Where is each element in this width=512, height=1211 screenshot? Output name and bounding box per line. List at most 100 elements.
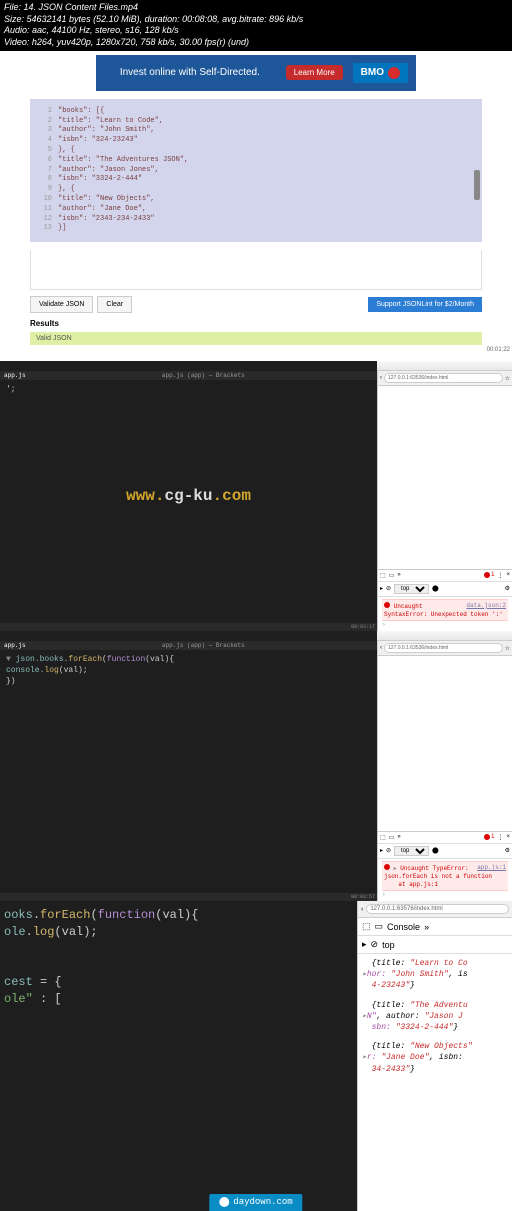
inspect-icon[interactable]: ⬚ xyxy=(380,572,386,579)
scrollbar-thumb[interactable] xyxy=(474,170,480,200)
audio-line: Audio: aac, 44100 Hz, stereo, s16, 128 k… xyxy=(4,25,508,37)
filter-icon[interactable]: ⬤ xyxy=(432,847,439,854)
editor-statusbar xyxy=(0,623,377,631)
browser-viewport xyxy=(378,386,512,569)
editor-tabs: app.js app.js (app) — Brackets xyxy=(0,371,377,380)
console-output: data.json:2 Uncaught SyntaxError: Unexpe… xyxy=(378,597,512,631)
context-select[interactable]: top xyxy=(394,846,429,856)
console-tab[interactable]: Console xyxy=(387,922,420,932)
devtools-filter-bar: ▸ ⊘ top xyxy=(358,936,512,954)
error-icon xyxy=(384,864,390,870)
editor-content[interactable]: ▼ json.books.forEach(function(val){ cons… xyxy=(0,650,377,692)
browser-toolbar: ‹ 127.0.0.1:63576/index.html xyxy=(358,901,512,918)
video-line: Video: h264, yuv420p, 1280x720, 758 kb/s… xyxy=(4,37,508,49)
more-tabs[interactable]: » xyxy=(424,922,429,932)
devtools-filter-bar: ▸ ⊘ top ⬤ ⚙ xyxy=(378,844,512,859)
screenshot-section-4: ooks.forEach(function(val){ ole.log(val)… xyxy=(0,901,512,1211)
console-object-1[interactable]: {title: "Learn to Co ▸hor: "John Smith",… xyxy=(362,958,508,992)
console-output: {title: "Learn to Co ▸hor: "John Smith",… xyxy=(358,954,512,1087)
browser-viewport xyxy=(378,656,512,831)
gear-icon[interactable]: ⚙ xyxy=(505,585,510,592)
devtools-filter-bar: ▸ ⊘ top ⬤ ⚙ xyxy=(378,582,512,597)
play-icon[interactable]: ▸ xyxy=(362,939,367,950)
error-message: data.json:2 Uncaught SyntaxError: Unexpe… xyxy=(382,599,508,622)
back-icon[interactable]: ‹ xyxy=(380,375,382,381)
inspect-icon[interactable]: ⬚ xyxy=(380,834,386,841)
browser-toolbar: ‹ 127.0.0.1:63536/index.html ☆ xyxy=(378,641,512,656)
url-bar[interactable]: 127.0.0.1:63576/index.html xyxy=(366,904,509,914)
error-source-link[interactable]: app.js:1 xyxy=(477,864,506,872)
error-icon xyxy=(384,602,390,608)
editor-statusbar xyxy=(0,893,377,901)
console-output: ▸ app.js:1 Uncaught TypeError: json.forE… xyxy=(378,859,512,901)
back-icon[interactable]: ‹ xyxy=(380,645,382,651)
url-bar[interactable]: 127.0.0.1:63536/index.html xyxy=(384,373,503,383)
bmo-logo: BMO xyxy=(353,63,408,83)
brackets-editor[interactable]: app.js app.js (app) — Brackets ▼ json.bo… xyxy=(0,631,377,901)
editor-content[interactable]: '; xyxy=(0,380,377,399)
star-icon[interactable]: ☆ xyxy=(505,645,510,652)
error-badge[interactable]: 1 xyxy=(484,572,494,578)
filter-icon[interactable]: ⬤ xyxy=(432,585,439,592)
device-icon[interactable]: ▭ xyxy=(375,921,384,932)
browser-pane-zoomed: ‹ 127.0.0.1:63576/index.html ⬚ ▭ Console… xyxy=(357,901,512,1211)
devtools-panel: ⬚ ▭ » 1 ⋮ × ▸ ⊘ top ⬤ ⚙ data.json:2 Unca… xyxy=(378,569,512,631)
json-validator-section: Invest online with Self-Directed. Learn … xyxy=(0,55,512,361)
device-icon[interactable]: ▭ xyxy=(389,834,395,841)
media-info-header: File: 14. JSON Content Files.mp4 Size: 5… xyxy=(0,0,512,51)
ad-text: Invest online with Self-Directed. xyxy=(104,67,276,78)
error-message: ▸ app.js:1 Uncaught TypeError: json.forE… xyxy=(382,861,508,891)
gear-icon[interactable]: ⚙ xyxy=(505,847,510,854)
error-source-link[interactable]: data.json:2 xyxy=(466,602,506,610)
clear-button[interactable]: Clear xyxy=(97,296,132,313)
menu-icon[interactable]: ⋮ xyxy=(497,834,503,841)
clear-icon[interactable]: ⊘ xyxy=(371,939,379,950)
browser-pane: ‹ 127.0.0.1:63536/index.html ☆ ⬚ ▭ » 1 ⋮… xyxy=(377,361,512,631)
validate-json-button[interactable]: Validate JSON xyxy=(30,296,93,313)
clear-icon[interactable]: ⊘ xyxy=(386,847,391,854)
brackets-editor[interactable]: app.js app.js (app) — Brackets '; www.cg… xyxy=(0,361,377,631)
console-object-2[interactable]: {title: "The Adventu ▸N", author: "Jason… xyxy=(362,1000,508,1034)
timestamp-1: 00:01:22 xyxy=(0,347,510,353)
devtools-panel: ⬚ ▭ » 1 ⋮ × ▸ ⊘ top ⬤ ⚙ ▸ app.js:1 Uncau… xyxy=(378,831,512,901)
editor-title: app.js (app) — Brackets xyxy=(162,372,245,379)
play-icon[interactable]: ▸ xyxy=(380,585,383,592)
editor-title: app.js (app) — Brackets xyxy=(162,642,245,649)
close-icon[interactable]: × xyxy=(506,834,510,840)
url-bar[interactable]: 127.0.0.1:63536/index.html xyxy=(384,643,503,653)
timestamp-2: 00:03:17 xyxy=(351,624,375,630)
editor-bottom-space xyxy=(30,250,482,290)
devtools-tabs: ⬚ ▭ Console » xyxy=(358,918,512,936)
back-icon[interactable]: ‹ xyxy=(361,906,363,913)
play-icon[interactable]: ▸ xyxy=(380,847,383,854)
star-icon[interactable]: ☆ xyxy=(505,375,510,382)
bmo-circle-icon xyxy=(388,67,400,79)
error-badge[interactable]: 1 xyxy=(484,834,494,840)
context-select[interactable]: top xyxy=(394,584,429,594)
results-heading: Results xyxy=(30,319,482,328)
close-icon[interactable]: × xyxy=(506,572,510,578)
menu-icon[interactable]: ⋮ xyxy=(497,572,503,579)
console-object-3[interactable]: {title: "New Objects" ▸r: "Jane Doe", is… xyxy=(362,1041,508,1075)
clear-icon[interactable]: ⊘ xyxy=(386,585,391,592)
file-line: File: 14. JSON Content Files.mp4 xyxy=(4,2,508,14)
screenshot-section-2: Brackets File Edit Find View Navigate Wi… xyxy=(0,361,512,631)
watermark: www.cg-ku.com xyxy=(126,487,251,505)
ad-cta-button[interactable]: Learn More xyxy=(286,65,343,80)
more-tabs[interactable]: » xyxy=(397,572,400,578)
json-editor-textarea[interactable]: 1"books": [{ 2 "title": "Learn to Code",… xyxy=(30,99,482,242)
context-select[interactable]: top xyxy=(382,940,395,950)
button-row: Validate JSON Clear Support JSONLint for… xyxy=(30,296,482,313)
editor-tab[interactable]: app.js xyxy=(4,372,26,379)
devtools-tabs: ⬚ ▭ » 1 ⋮ × xyxy=(378,832,512,844)
inspect-icon[interactable]: ⬚ xyxy=(362,921,371,932)
brackets-editor-zoomed[interactable]: ooks.forEach(function(val){ ole.log(val)… xyxy=(0,901,357,1211)
more-tabs[interactable]: » xyxy=(397,834,400,840)
editor-tab[interactable]: app.js xyxy=(4,642,26,649)
browser-pane: ‹ 127.0.0.1:63536/index.html ☆ ⬚ ▭ » 1 ⋮… xyxy=(377,631,512,901)
size-line: Size: 54632141 bytes (52.10 MiB), durati… xyxy=(4,14,508,26)
device-icon[interactable]: ▭ xyxy=(389,572,395,579)
editor-tabs: app.js app.js (app) — Brackets xyxy=(0,641,377,650)
ad-banner[interactable]: Invest online with Self-Directed. Learn … xyxy=(96,55,416,91)
support-button[interactable]: Support JSONLint for $2/Month xyxy=(368,297,482,312)
